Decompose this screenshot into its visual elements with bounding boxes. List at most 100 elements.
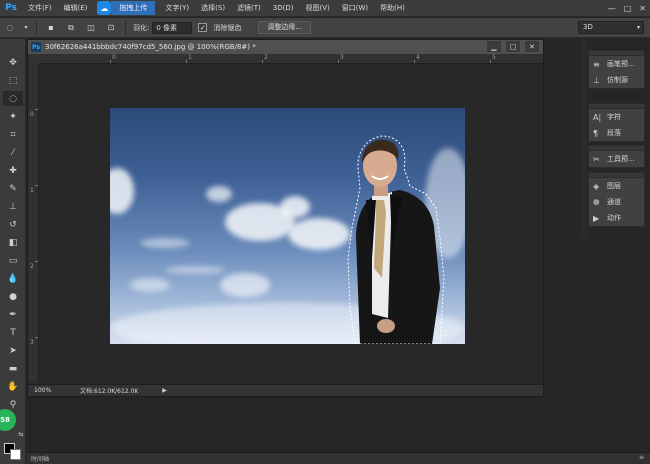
divider	[36, 20, 37, 35]
ruler-number: 2	[264, 54, 268, 61]
tool-presets-icon: ✂	[593, 154, 600, 164]
menu-view[interactable]: 视图(V)	[300, 0, 336, 17]
lasso-preset-icon[interactable]: ◌	[3, 21, 17, 35]
ruler-tick	[110, 60, 111, 63]
zoom-level[interactable]: 100%	[34, 387, 56, 394]
swap-colors-icon[interactable]: ⇆	[17, 427, 25, 442]
tools-panel: ✥ ⬚ ◌ ✦ ⌗ ⁄ ✚ ✎ ⊥ ↺ ◧ ▭ 💧 ● ✒ T ➤ ▬ ✋ ⚲ …	[0, 39, 26, 464]
photoshop-window: Ps 文件(F) 编辑(E) ☁ 拖拽上传 文字(Y) 选择(S) 滤镜(T) …	[0, 0, 650, 464]
new-selection-icon[interactable]: ▪	[44, 21, 58, 35]
move-tool-icon[interactable]: ✥	[3, 55, 23, 70]
close-icon[interactable]: ✕	[525, 41, 539, 52]
clone-stamp-tool-icon[interactable]: ⊥	[3, 199, 23, 214]
background-color-swatch[interactable]	[10, 449, 21, 460]
panel-item-label: 字符	[607, 113, 621, 121]
timeline-bar[interactable]: 时间轴 ≡	[27, 452, 650, 464]
maximize-icon[interactable]: □	[624, 4, 632, 13]
blur-tool-icon[interactable]: 💧	[3, 271, 23, 286]
panel-item-label: 仿制源	[607, 76, 628, 84]
panel-item-brush-presets[interactable]: ≡ 画笔预...	[589, 56, 644, 72]
status-bar: 100% 文档:612.0K/612.0K ▶	[28, 384, 543, 396]
document-controls: ▁ □ ✕	[487, 41, 539, 52]
healing-brush-tool-icon[interactable]: ✚	[3, 163, 23, 178]
ruler-number: 0	[30, 111, 34, 118]
ruler-number: 1	[188, 54, 192, 61]
brush-tool-icon[interactable]: ✎	[3, 181, 23, 196]
path-selection-tool-icon[interactable]: ➤	[3, 343, 23, 358]
menu-filter[interactable]: 滤镜(T)	[231, 0, 267, 17]
panel-item-paragraph[interactable]: ¶ 段落	[589, 125, 644, 141]
window-controls: — □ ✕	[608, 0, 646, 17]
eraser-tool-icon[interactable]: ◧	[3, 235, 23, 250]
chevron-down-icon: ▾	[636, 24, 640, 31]
shape-tool-icon[interactable]: ▬	[3, 361, 23, 376]
chevron-down-icon[interactable]: ▾	[23, 21, 29, 35]
document-window: Ps 30f62626a441bbbdc740f97cd5_560.jpg @ …	[27, 39, 544, 397]
menu-bar: Ps 文件(F) 编辑(E) ☁ 拖拽上传 文字(Y) 选择(S) 滤镜(T) …	[0, 0, 650, 17]
crop-tool-icon[interactable]: ⌗	[3, 127, 23, 142]
ruler-number: 2	[30, 263, 34, 270]
ruler-corner[interactable]	[28, 54, 39, 64]
panel-item-character[interactable]: A| 字符	[589, 109, 644, 125]
maximize-icon[interactable]: □	[506, 41, 520, 52]
subtract-selection-icon[interactable]: ◫	[84, 21, 98, 35]
ruler-tick	[35, 337, 38, 338]
panel-item-label: 通道	[607, 198, 621, 206]
magic-wand-tool-icon[interactable]: ✦	[3, 109, 23, 124]
panel-item-clone-source[interactable]: ⊥ 仿制源	[589, 72, 644, 88]
workspace-select[interactable]: 3D ▾	[578, 21, 644, 34]
antialias-checkbox[interactable]: ✓	[198, 23, 208, 32]
panel-item-label: 段落	[607, 129, 621, 137]
canvas-area[interactable]	[40, 65, 543, 382]
menu-file[interactable]: 文件(F)	[22, 0, 58, 17]
person-figure	[347, 135, 445, 344]
menu-help[interactable]: 帮助(H)	[374, 0, 411, 17]
panel-item-label: 动作	[607, 214, 621, 222]
vertical-ruler[interactable]: 0 1 2 3	[28, 64, 39, 382]
ruler-tick	[186, 60, 187, 63]
ruler-tick	[262, 60, 263, 63]
minimize-icon[interactable]: —	[608, 4, 616, 13]
pen-tool-icon[interactable]: ✒	[3, 307, 23, 322]
score-badge[interactable]: 58	[0, 409, 16, 431]
status-menu-arrow-icon[interactable]: ▶	[162, 387, 167, 394]
history-brush-tool-icon[interactable]: ↺	[3, 217, 23, 232]
eyedropper-tool-icon[interactable]: ⁄	[3, 145, 23, 160]
feather-label: 羽化:	[133, 23, 150, 32]
hand-tool-icon[interactable]: ✋	[3, 379, 23, 394]
ps-logo: Ps	[5, 3, 17, 13]
menu-type[interactable]: 文字(Y)	[159, 0, 195, 17]
refine-edge-button[interactable]: 调整边缘...	[258, 21, 312, 34]
ruler-number: 1	[30, 187, 34, 194]
document-tab[interactable]: Ps 30f62626a441bbbdc740f97cd5_560.jpg @ …	[28, 40, 543, 54]
marquee-tool-icon[interactable]: ⬚	[3, 73, 23, 88]
menu-select[interactable]: 选择(S)	[195, 0, 231, 17]
ruler-number: 5	[492, 54, 496, 61]
upload-tab[interactable]: ☁ 拖拽上传	[97, 1, 156, 15]
intersect-selection-icon[interactable]: ⊡	[104, 21, 118, 35]
character-icon: A|	[593, 112, 602, 122]
menu-3d[interactable]: 3D(D)	[267, 0, 300, 17]
lasso-tool-icon[interactable]: ◌	[3, 91, 23, 106]
minimize-icon[interactable]: ▁	[487, 41, 501, 52]
type-tool-icon[interactable]: T	[3, 325, 23, 340]
panel-item-channels[interactable]: ❁ 通道	[589, 194, 644, 210]
panel-item-layers[interactable]: ◈ 图层	[589, 178, 644, 194]
menu-window[interactable]: 窗口(W)	[336, 0, 374, 17]
feather-input[interactable]: 0 像素	[152, 21, 193, 34]
close-icon[interactable]: ✕	[639, 4, 646, 13]
menu-edit[interactable]: 编辑(E)	[58, 0, 94, 17]
layers-icon: ◈	[593, 181, 600, 191]
panel-item-actions[interactable]: ▶ 动作	[589, 210, 644, 226]
horizontal-ruler[interactable]: 0 1 2 3 4 5	[39, 54, 543, 64]
ps-file-icon: Ps	[31, 42, 41, 52]
add-selection-icon[interactable]: ⧉	[64, 21, 78, 35]
panel-item-tool-presets[interactable]: ✂ 工具预...	[589, 151, 644, 167]
timeline-label[interactable]: 时间轴	[31, 454, 49, 463]
dodge-tool-icon[interactable]: ●	[3, 289, 23, 304]
panel-menu-icon[interactable]: ≡	[639, 454, 644, 461]
gradient-tool-icon[interactable]: ▭	[3, 253, 23, 268]
panel-dock-strip[interactable]	[581, 39, 587, 239]
canvas-image[interactable]	[110, 108, 465, 344]
ruler-tick	[35, 185, 38, 186]
